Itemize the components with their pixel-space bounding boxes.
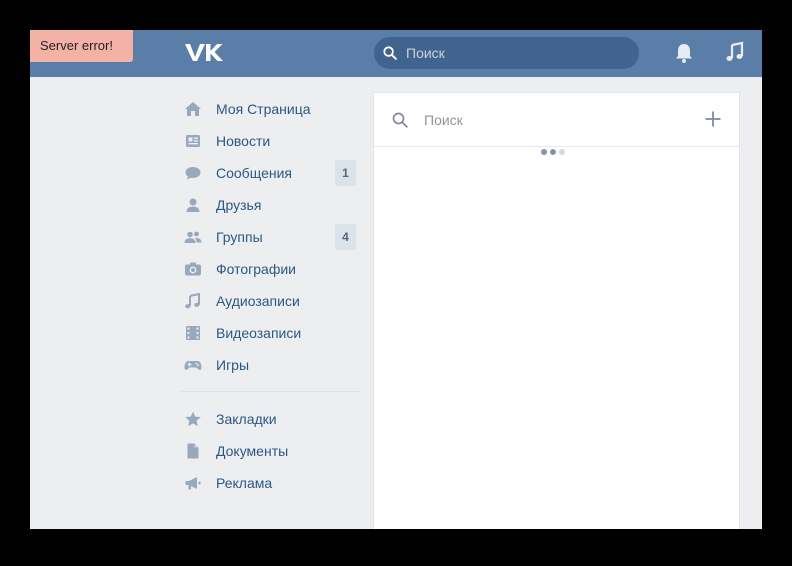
sidebar-item-label: Моя Страница [216, 101, 311, 117]
sidebar-item-label: Аудиозаписи [216, 293, 300, 309]
sidebar-item-label: Закладки [216, 411, 277, 427]
app-window: Server error! Моя Страница Новости Сообщ… [30, 30, 762, 529]
film-icon [186, 326, 200, 340]
music-note-icon [185, 293, 200, 309]
chat-bubble-icon [185, 167, 201, 180]
groups-count-badge: 4 [335, 224, 356, 250]
home-icon [185, 102, 201, 116]
messages-panel [374, 93, 739, 529]
camera-icon [185, 262, 201, 276]
sidebar-item-groups[interactable]: Группы 4 [180, 221, 360, 253]
sidebar-item-games[interactable]: Игры [180, 349, 360, 381]
megaphone-icon [185, 477, 201, 490]
left-sidebar-menu: Моя Страница Новости Сообщения 1 Друзья … [180, 93, 360, 499]
person-icon [186, 198, 200, 212]
sidebar-item-ads[interactable]: Реклама [180, 467, 360, 499]
gamepad-icon [184, 361, 202, 370]
newspaper-icon [186, 135, 200, 147]
sidebar-item-messages[interactable]: Сообщения 1 [180, 157, 360, 189]
sidebar-item-videos[interactable]: Видеозаписи [180, 317, 360, 349]
group-icon [184, 231, 202, 243]
sidebar-item-label: Сообщения [216, 165, 292, 181]
sidebar-item-label: Новости [216, 133, 271, 149]
server-error-banner: Server error! [30, 30, 133, 62]
star-icon [185, 411, 201, 427]
search-icon [392, 112, 408, 128]
sidebar-item-bookmarks[interactable]: Закладки [180, 403, 360, 435]
header-search[interactable] [374, 37, 639, 69]
header-search-input[interactable] [406, 43, 626, 63]
unread-count-badge: 1 [335, 160, 356, 186]
music-note-icon[interactable] [725, 41, 745, 63]
plus-icon[interactable] [704, 110, 722, 128]
sidebar-item-photos[interactable]: Фотографии [180, 253, 360, 285]
loading-dot [541, 149, 547, 155]
sidebar-item-label: Реклама [216, 475, 273, 491]
sidebar-item-audio[interactable]: Аудиозаписи [180, 285, 360, 317]
loading-dot [550, 149, 556, 155]
sidebar-item-documents[interactable]: Документы [180, 435, 360, 467]
sidebar-item-news[interactable]: Новости [180, 125, 360, 157]
dialog-search-bar [374, 93, 739, 147]
sidebar-divider [180, 391, 360, 392]
search-icon [383, 46, 397, 60]
sidebar-item-label: Группы [216, 229, 263, 245]
sidebar-item-my-page[interactable]: Моя Страница [180, 93, 360, 125]
sidebar-item-label: Видеозаписи [216, 325, 302, 341]
top-header [30, 30, 762, 77]
sidebar-item-friends[interactable]: Друзья [180, 189, 360, 221]
sidebar-item-label: Документы [216, 443, 289, 459]
dialog-search-input[interactable] [424, 109, 694, 131]
loading-indicator [539, 148, 575, 156]
sidebar-item-label: Игры [216, 357, 250, 373]
document-icon [187, 443, 199, 459]
sidebar-item-label: Фотографии [216, 261, 297, 277]
loading-dot [559, 149, 565, 155]
bell-icon[interactable] [674, 42, 694, 64]
vk-logo[interactable] [183, 41, 225, 63]
sidebar-item-label: Друзья [216, 197, 262, 213]
